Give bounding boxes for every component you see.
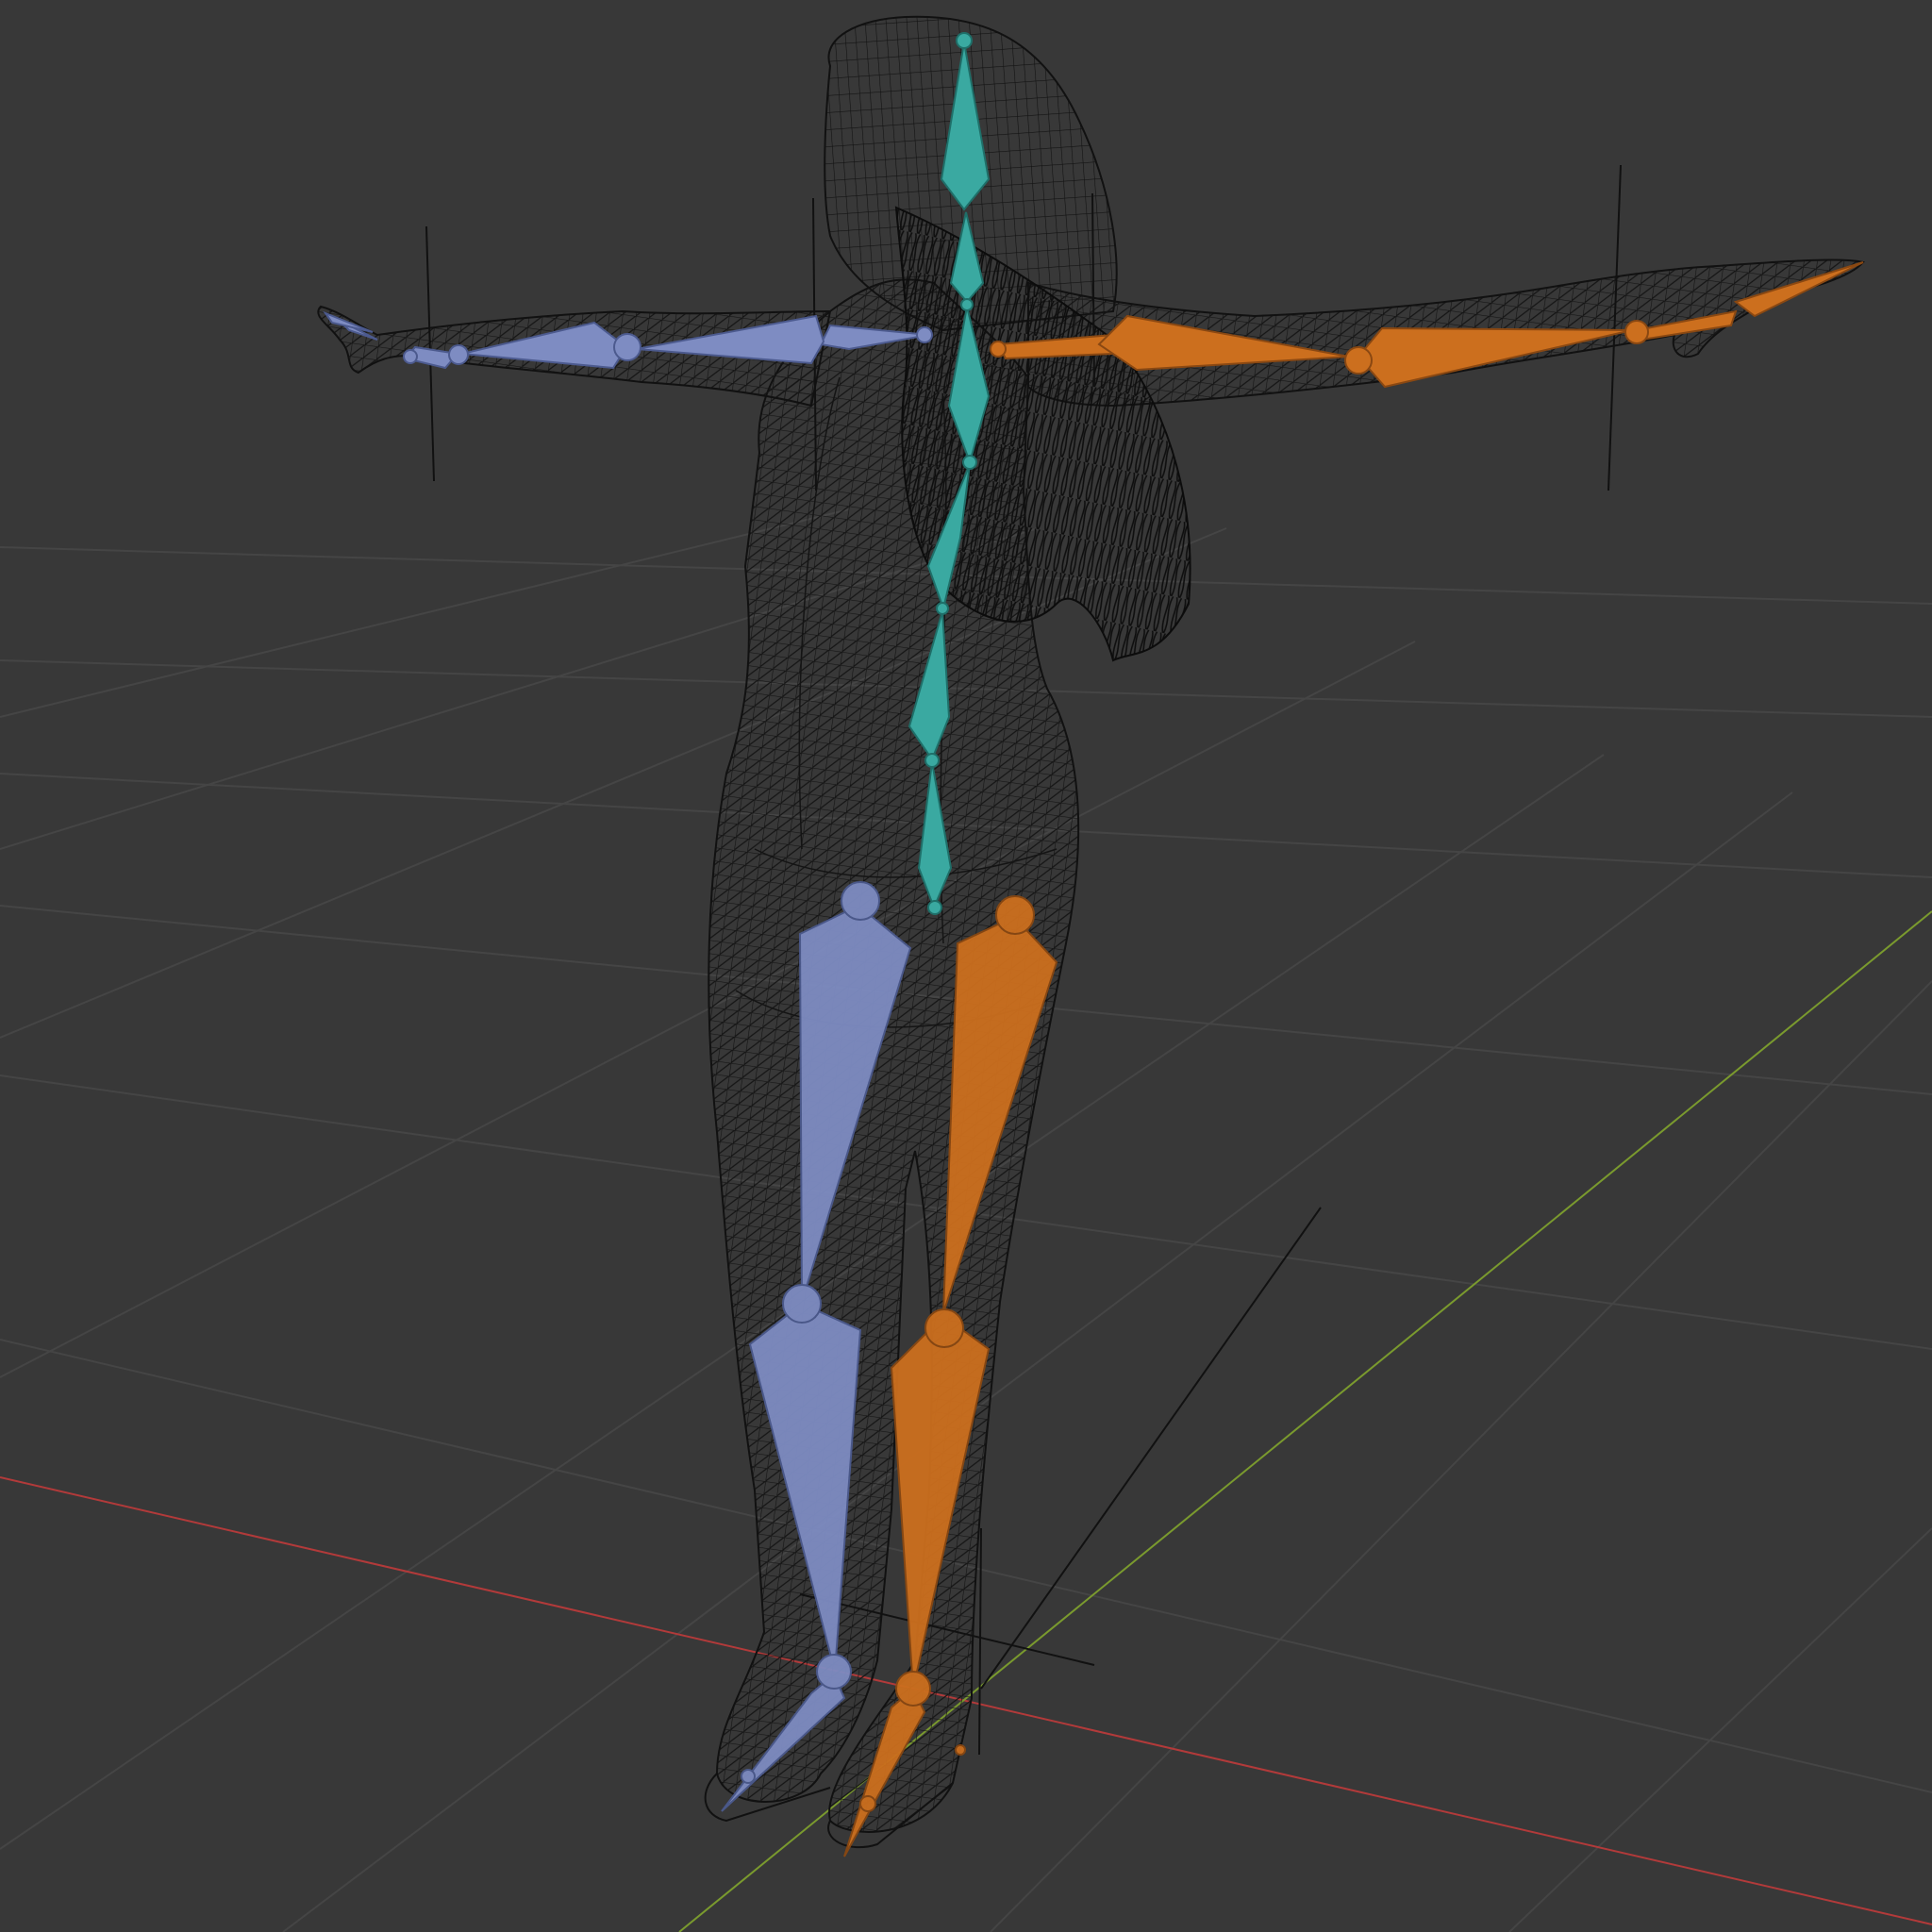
viewport-canvas[interactable] xyxy=(0,0,1932,1932)
bone-right-forearm xyxy=(1357,326,1633,389)
3d-viewport[interactable] xyxy=(0,0,1932,1932)
mesh-wireframe[interactable] xyxy=(317,15,1865,1849)
